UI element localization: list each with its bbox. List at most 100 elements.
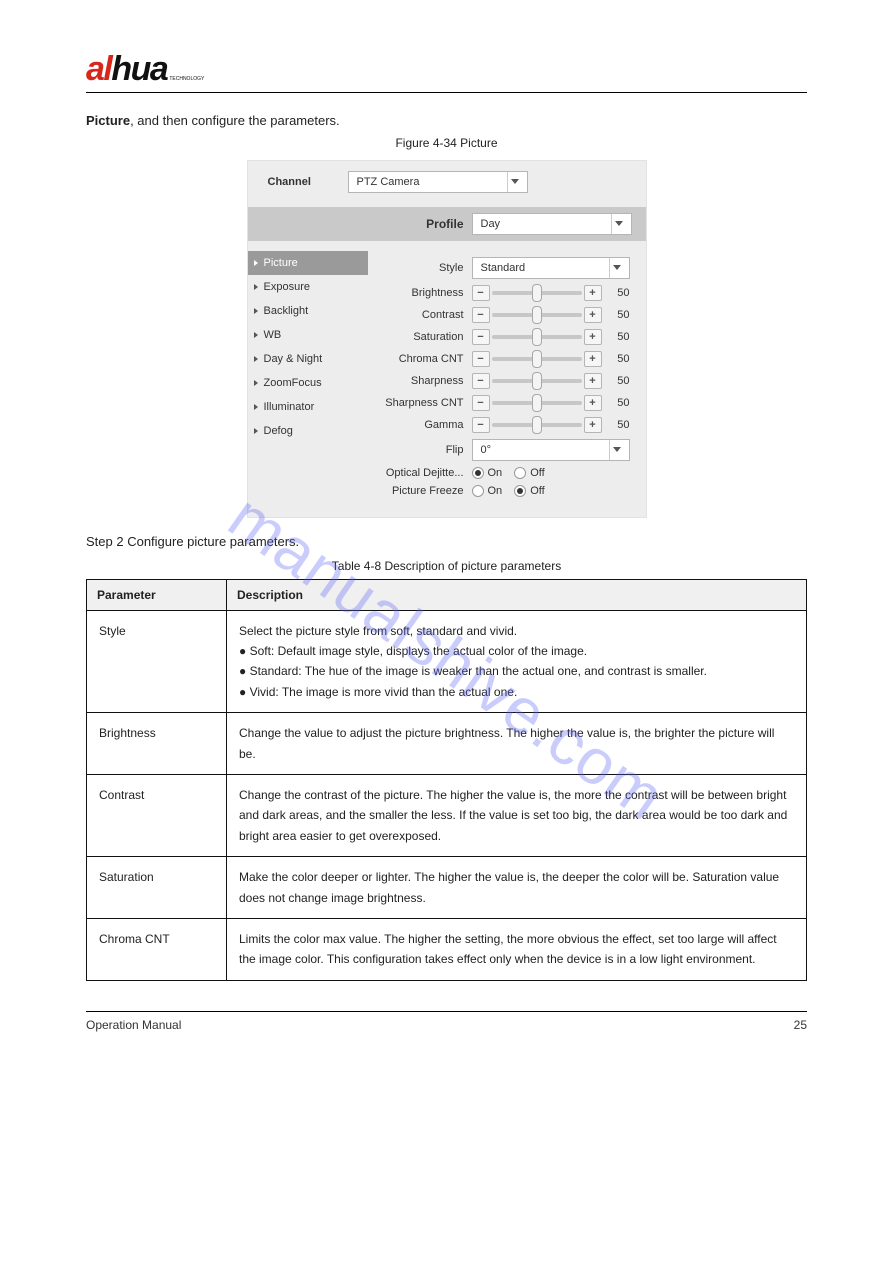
style-select[interactable]: Standard: [472, 257, 630, 279]
channel-label: Channel: [268, 176, 348, 188]
slider-row-chroma-cnt: Chroma CNT−+50: [368, 351, 630, 367]
param-cell: Saturation: [87, 857, 227, 919]
nav-item-wb[interactable]: WB: [248, 323, 368, 347]
slider-track[interactable]: [492, 379, 582, 383]
slider-control[interactable]: −+: [472, 373, 602, 389]
slider-control[interactable]: −+: [472, 351, 602, 367]
slider-row-brightness: Brightness−+50: [368, 285, 630, 301]
channel-select[interactable]: PTZ Camera: [348, 171, 528, 193]
radio-label: Picture Freeze: [368, 485, 472, 497]
chevron-down-icon: [609, 258, 625, 278]
nav-item-exposure[interactable]: Exposure: [248, 275, 368, 299]
slider-track[interactable]: [492, 401, 582, 405]
style-row: Style Standard: [368, 257, 630, 279]
minus-button[interactable]: −: [472, 285, 490, 301]
minus-button[interactable]: −: [472, 307, 490, 323]
slider-track[interactable]: [492, 313, 582, 317]
th-description: Description: [227, 579, 807, 610]
plus-button[interactable]: +: [584, 351, 602, 367]
slider-thumb[interactable]: [532, 284, 542, 302]
nav-item-defog[interactable]: Defog: [248, 419, 368, 443]
nav-item-day-night[interactable]: Day & Night: [248, 347, 368, 371]
brand-logo: alhua TECHNOLOGY: [86, 50, 196, 86]
slider-thumb[interactable]: [532, 372, 542, 390]
slider-label: Gamma: [368, 419, 472, 431]
footer-divider: [86, 1011, 807, 1012]
slider-value: 50: [606, 397, 630, 409]
desc-cell: Change the value to adjust the picture b…: [227, 713, 807, 775]
minus-button[interactable]: −: [472, 329, 490, 345]
slider-label: Contrast: [368, 309, 472, 321]
intro-line: Picture, and then configure the paramete…: [86, 111, 807, 132]
slider-track[interactable]: [492, 423, 582, 427]
slider-thumb[interactable]: [532, 306, 542, 324]
header-divider: [86, 92, 807, 93]
nav-item-backlight[interactable]: Backlight: [248, 299, 368, 323]
param-cell: Contrast: [87, 774, 227, 856]
radio-label: Optical Dejitte...: [368, 467, 472, 479]
plus-button[interactable]: +: [584, 373, 602, 389]
radio-on-label: On: [488, 485, 503, 497]
channel-row: Channel PTZ Camera: [248, 161, 646, 203]
flip-row: Flip 0°: [368, 439, 630, 461]
nav-item-picture[interactable]: Picture: [248, 251, 368, 275]
step2-text: Step 2 Configure picture parameters.: [86, 534, 299, 549]
slider-thumb[interactable]: [532, 416, 542, 434]
slider-label: Saturation: [368, 331, 472, 343]
slider-control[interactable]: −+: [472, 395, 602, 411]
logo-tagline: TECHNOLOGY: [169, 76, 204, 82]
slider-thumb[interactable]: [532, 394, 542, 412]
slider-row-saturation: Saturation−+50: [368, 329, 630, 345]
intro-bold: Picture: [86, 113, 130, 128]
param-cell: Brightness: [87, 713, 227, 775]
minus-button[interactable]: −: [472, 373, 490, 389]
radio-off[interactable]: [514, 467, 526, 479]
flip-label: Flip: [368, 444, 472, 456]
radio-on[interactable]: [472, 467, 484, 479]
style-select-value: Standard: [481, 262, 526, 274]
table-row: ContrastChange the contrast of the pictu…: [87, 774, 807, 856]
slider-track[interactable]: [492, 335, 582, 339]
table-row: Chroma CNTLimits the color max value. Th…: [87, 918, 807, 980]
plus-button[interactable]: +: [584, 329, 602, 345]
plus-button[interactable]: +: [584, 395, 602, 411]
slider-row-contrast: Contrast−+50: [368, 307, 630, 323]
slider-label: Sharpness CNT: [368, 397, 472, 409]
slider-thumb[interactable]: [532, 328, 542, 346]
profile-select[interactable]: Day: [472, 213, 632, 235]
slider-row-sharpness-cnt: Sharpness CNT−+50: [368, 395, 630, 411]
desc-cell: Select the picture style from soft, stan…: [227, 610, 807, 713]
settings-content: Style Standard Brightness−+50Contrast−+5…: [368, 241, 646, 517]
channel-select-value: PTZ Camera: [357, 176, 420, 188]
plus-button[interactable]: +: [584, 307, 602, 323]
nav-item-zoomfocus[interactable]: ZoomFocus: [248, 371, 368, 395]
desc-cell: Limits the color max value. The higher t…: [227, 918, 807, 980]
radio-off[interactable]: [514, 485, 526, 497]
radio-on[interactable]: [472, 485, 484, 497]
minus-button[interactable]: −: [472, 351, 490, 367]
slider-label: Brightness: [368, 287, 472, 299]
slider-value: 50: [606, 353, 630, 365]
plus-button[interactable]: +: [584, 285, 602, 301]
slider-control[interactable]: −+: [472, 417, 602, 433]
flip-select-value: 0°: [481, 444, 492, 456]
footer: Operation Manual 25: [86, 1018, 807, 1032]
slider-thumb[interactable]: [532, 350, 542, 368]
slider-track[interactable]: [492, 291, 582, 295]
footer-page: 25: [794, 1018, 807, 1032]
flip-select[interactable]: 0°: [472, 439, 630, 461]
slider-control[interactable]: −+: [472, 285, 602, 301]
nav-item-illuminator[interactable]: Illuminator: [248, 395, 368, 419]
table-row: StyleSelect the picture style from soft,…: [87, 610, 807, 713]
chevron-down-icon: [507, 172, 523, 192]
slider-value: 50: [606, 309, 630, 321]
desc-cell: Make the color deeper or lighter. The hi…: [227, 857, 807, 919]
slider-control[interactable]: −+: [472, 307, 602, 323]
plus-button[interactable]: +: [584, 417, 602, 433]
minus-button[interactable]: −: [472, 395, 490, 411]
slider-track[interactable]: [492, 357, 582, 361]
param-cell: Chroma CNT: [87, 918, 227, 980]
slider-control[interactable]: −+: [472, 329, 602, 345]
minus-button[interactable]: −: [472, 417, 490, 433]
slider-value: 50: [606, 375, 630, 387]
